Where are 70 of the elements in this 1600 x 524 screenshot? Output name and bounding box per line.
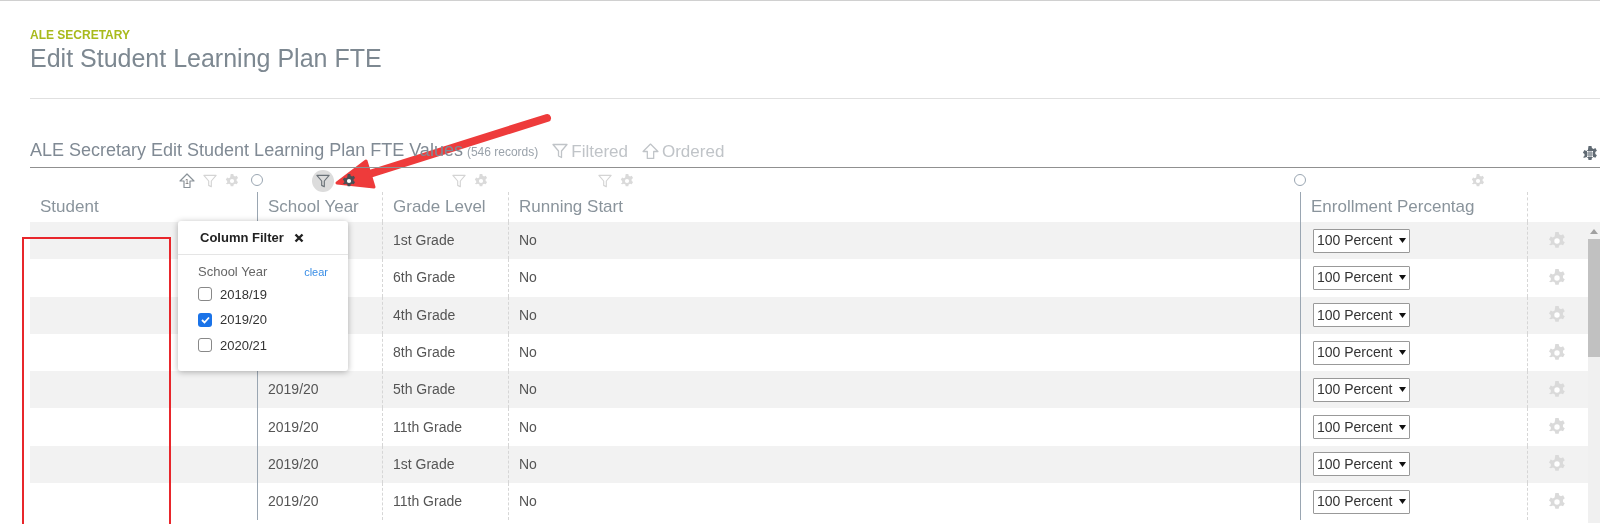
caret-icon bbox=[1398, 275, 1406, 281]
enrollment-select[interactable]: 100 Percent bbox=[1313, 303, 1410, 328]
table-cell-text: No bbox=[519, 268, 537, 288]
checkbox-label: 2018/19 bbox=[220, 285, 267, 304]
scroll-up-icon[interactable] bbox=[1590, 229, 1598, 234]
filter-field-label: School Year bbox=[198, 263, 268, 281]
row-settings-icon[interactable] bbox=[1547, 492, 1566, 511]
table-cell-text: No bbox=[519, 454, 537, 474]
row-settings-icon[interactable] bbox=[1547, 306, 1566, 325]
table-cell-text: No bbox=[519, 380, 537, 400]
popup-title: Column Filter bbox=[200, 228, 284, 247]
checkbox[interactable] bbox=[198, 338, 212, 353]
row-settings-icon[interactable] bbox=[1547, 380, 1566, 399]
table-cell-text: 2019/20 bbox=[268, 417, 319, 437]
caret-icon bbox=[1398, 350, 1406, 356]
caret-icon bbox=[1398, 499, 1406, 505]
enrollment-select[interactable]: 100 Percent bbox=[1313, 489, 1410, 514]
settings-icon[interactable] bbox=[342, 174, 356, 188]
table-cell-text: 11th Grade bbox=[393, 417, 462, 437]
page-title: Edit Student Learning Plan FTE bbox=[30, 43, 382, 74]
table-cell-text: No bbox=[519, 231, 537, 251]
table-cell-text: No bbox=[519, 305, 537, 325]
row-settings-icon[interactable] bbox=[1547, 343, 1566, 362]
row-settings-icon[interactable] bbox=[1547, 418, 1566, 437]
table-cell-text: 2019/20 bbox=[268, 380, 319, 400]
resize-handle[interactable] bbox=[251, 174, 263, 186]
sort-arrow-icon bbox=[179, 173, 195, 189]
row-settings-icon[interactable] bbox=[1547, 455, 1566, 474]
checkbox-label: 2019/20 bbox=[220, 311, 267, 329]
filter-button[interactable] bbox=[312, 170, 334, 192]
table-cell-text: 5th Grade bbox=[393, 380, 456, 400]
row-settings-icon[interactable] bbox=[1547, 231, 1566, 250]
table-cell-text: 2019/20 bbox=[268, 454, 319, 474]
caret-icon bbox=[1398, 461, 1406, 467]
clear-link[interactable]: clear bbox=[304, 263, 328, 280]
table-cell-text: No bbox=[519, 417, 537, 437]
enrollment-select[interactable]: 100 Percent bbox=[1313, 415, 1410, 440]
filter-icon[interactable] bbox=[598, 174, 612, 188]
ordered-icon bbox=[641, 142, 659, 160]
resize-handle[interactable] bbox=[1294, 174, 1306, 186]
enrollment-select[interactable]: 100 Percent bbox=[1313, 228, 1410, 253]
enrollment-select[interactable]: 100 Percent bbox=[1313, 377, 1410, 402]
table-cell-text: 11th Grade bbox=[393, 492, 462, 512]
checkbox[interactable] bbox=[198, 287, 212, 302]
checkbox[interactable] bbox=[198, 312, 212, 327]
section-label: ALE SECRETARY bbox=[30, 27, 130, 42]
grid-settings-icon[interactable] bbox=[1582, 146, 1598, 162]
caret-icon bbox=[1398, 387, 1406, 393]
table-cell-text: 2019/20 bbox=[268, 492, 319, 512]
caret-icon bbox=[1398, 424, 1406, 430]
caret-icon bbox=[1398, 312, 1406, 318]
filter-icon[interactable] bbox=[552, 143, 569, 160]
scrollbar[interactable] bbox=[1588, 239, 1600, 523]
filter-icon[interactable] bbox=[452, 174, 466, 188]
caret-icon bbox=[1398, 238, 1406, 244]
table-cell-text: 8th Grade bbox=[393, 343, 456, 363]
enrollment-select[interactable]: 100 Percent bbox=[1313, 265, 1410, 290]
table-cell-text: No bbox=[519, 492, 537, 512]
table-cell-text: 1st Grade bbox=[393, 231, 455, 251]
table-cell-text: 6th Grade bbox=[393, 268, 456, 288]
filter-icon[interactable] bbox=[203, 174, 217, 188]
enrollment-select[interactable]: 100 Percent bbox=[1313, 340, 1410, 365]
table-cell-text: 1st Grade bbox=[393, 454, 455, 474]
table-cell-text: 4th Grade bbox=[393, 305, 456, 325]
table-cell-text: No bbox=[519, 343, 537, 363]
close-icon[interactable] bbox=[293, 232, 304, 243]
enrollment-select[interactable]: 100 Percent bbox=[1313, 452, 1410, 477]
row-settings-icon[interactable] bbox=[1547, 268, 1566, 287]
record-count: (546 records) bbox=[466, 144, 539, 161]
checkbox-label: 2020/21 bbox=[220, 336, 267, 355]
